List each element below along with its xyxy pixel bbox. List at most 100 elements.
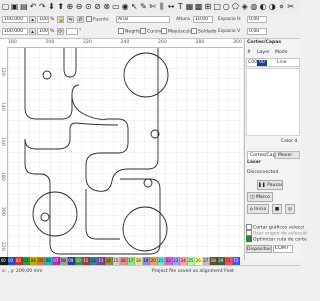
palette-swatch[interactable]: 24 bbox=[180, 257, 188, 265]
frame-icon[interactable]: ▭ bbox=[111, 2, 120, 11]
palette-swatch[interactable]: 19 bbox=[142, 257, 150, 265]
palette-swatch[interactable]: 26 bbox=[195, 257, 203, 265]
palette-swatch[interactable]: 18 bbox=[135, 257, 143, 265]
export-icon[interactable]: ⬆ bbox=[56, 2, 65, 11]
palette-swatch[interactable]: 27 bbox=[202, 257, 210, 265]
bold-checkbox[interactable] bbox=[118, 28, 124, 34]
camera-icon[interactable]: ◉ bbox=[121, 2, 130, 11]
optimize-option[interactable]: Optimizar ruta de corte bbox=[246, 236, 307, 244]
node-edit-icon[interactable]: ⋄ bbox=[277, 2, 286, 11]
palette-swatch[interactable]: 07 bbox=[52, 257, 60, 265]
trace-icon[interactable]: ◈ bbox=[240, 2, 249, 11]
tab-mover[interactable]: Mover bbox=[275, 151, 300, 159]
boolean-icon[interactable]: ◑ bbox=[268, 2, 277, 11]
palette-swatch[interactable]: 00 bbox=[0, 257, 8, 265]
palette-swatch[interactable]: 25 bbox=[187, 257, 195, 265]
palette-swatch[interactable]: 08 bbox=[60, 257, 68, 265]
palette-swatch[interactable]: 14 bbox=[105, 257, 113, 265]
palette-swatch[interactable]: 01 bbox=[7, 257, 15, 265]
zoom-out-icon[interactable]: ⊖ bbox=[75, 2, 84, 11]
y-position-field[interactable]: 100,000 bbox=[2, 28, 28, 35]
zoom-selection-icon[interactable]: ⊗ bbox=[102, 2, 111, 11]
palette-swatch[interactable]: 05 bbox=[37, 257, 45, 265]
port-select[interactable]: COM7 bbox=[273, 245, 293, 253]
start-button[interactable]: ⌂ Inicio bbox=[247, 204, 269, 214]
select-icon[interactable]: ↖ bbox=[130, 2, 139, 11]
tools-icon[interactable]: ✄ bbox=[148, 2, 157, 11]
rect-icon[interactable]: □ bbox=[213, 2, 222, 11]
palette-swatch[interactable]: 10 bbox=[75, 257, 83, 265]
y-stepper[interactable]: ▴ bbox=[29, 28, 36, 35]
design-canvas[interactable] bbox=[0, 39, 243, 257]
font-checkbox[interactable] bbox=[86, 16, 92, 22]
ellipse-icon[interactable]: ○ bbox=[222, 2, 231, 11]
zoom-fit-icon[interactable]: ⊙ bbox=[84, 2, 93, 11]
palette-swatch[interactable]: 15 bbox=[112, 257, 120, 265]
height-percent-field[interactable]: 100 bbox=[37, 28, 49, 35]
x-position-field[interactable]: 100,000 bbox=[2, 16, 28, 23]
palette-swatch[interactable]: 06 bbox=[45, 257, 53, 265]
palette-swatch[interactable]: 20 bbox=[150, 257, 158, 265]
palette-swatch[interactable]: 04 bbox=[30, 257, 38, 265]
mirror-v-icon[interactable]: ⇵ bbox=[77, 16, 84, 23]
palette-swatch[interactable]: 11 bbox=[82, 257, 90, 265]
canvas-workarea[interactable] bbox=[0, 39, 243, 257]
palette-swatch[interactable]: 02 bbox=[15, 257, 23, 265]
palette-swatch[interactable]: 21 bbox=[157, 257, 165, 265]
open-file-icon[interactable]: ▣ bbox=[10, 2, 19, 11]
align-icon[interactable]: ⫼ bbox=[157, 2, 166, 11]
offset-icon[interactable]: ◍ bbox=[249, 2, 258, 11]
palette-swatch[interactable]: 22 bbox=[165, 257, 173, 265]
x-stepper[interactable]: ▴ bbox=[29, 16, 36, 23]
height-field[interactable]: 10,00 bbox=[193, 16, 213, 23]
palette-swatch[interactable]: 16 bbox=[120, 257, 128, 265]
polygon-icon[interactable]: ⬠ bbox=[231, 2, 240, 11]
pause-button[interactable]: ❚❚ Pausar bbox=[257, 180, 283, 190]
palette-swatch[interactable]: 29 bbox=[217, 257, 225, 265]
array-icon[interactable]: ▩ bbox=[194, 2, 203, 11]
palette-swatch[interactable]: T2 bbox=[232, 257, 240, 265]
uppercase-option[interactable]: Mayúsculas bbox=[161, 28, 195, 36]
ruler-icon[interactable]: ↔ bbox=[167, 2, 176, 11]
go-button[interactable]: ◎ bbox=[285, 204, 295, 214]
frame-button[interactable]: ◫ Marco bbox=[247, 192, 273, 202]
spacing-h-field[interactable]: 0,00 bbox=[247, 16, 267, 23]
width-percent-field[interactable]: 100 bbox=[37, 16, 49, 23]
spacing-v-field[interactable]: 0,00 bbox=[247, 28, 267, 35]
uppercase-checkbox[interactable] bbox=[161, 28, 167, 34]
zoom-page-icon[interactable]: ⊘ bbox=[93, 2, 102, 11]
optimize-checkbox[interactable] bbox=[246, 236, 252, 242]
tab-cortes-capas[interactable]: Cortes/Capas bbox=[247, 151, 275, 159]
rotate-field[interactable] bbox=[66, 28, 78, 35]
palette-swatch[interactable]: 28 bbox=[210, 257, 218, 265]
rotate-icon[interactable]: ⟳ bbox=[57, 28, 64, 35]
cut-icon[interactable]: ✂ bbox=[286, 2, 295, 11]
text-icon[interactable]: T bbox=[176, 2, 185, 11]
measure-icon[interactable]: ⊞ bbox=[203, 2, 212, 11]
lock-ratio-icon[interactable]: 🔒 bbox=[57, 16, 64, 23]
palette-swatch[interactable]: 17 bbox=[127, 257, 135, 265]
new-file-icon[interactable]: ▢ bbox=[1, 2, 10, 11]
redo-icon[interactable]: ↷ bbox=[38, 2, 47, 11]
palette-swatch[interactable]: 03 bbox=[22, 257, 30, 265]
save-file-icon[interactable]: ▤ bbox=[19, 2, 28, 11]
undo-icon[interactable]: ↶ bbox=[29, 2, 38, 11]
weld-icon[interactable]: ◐ bbox=[259, 2, 268, 11]
palette-swatch[interactable]: 09 bbox=[67, 257, 75, 265]
palette-swatch[interactable]: 13 bbox=[97, 257, 105, 265]
palette-swatch[interactable]: 12 bbox=[90, 257, 98, 265]
import-icon[interactable]: ⬇ bbox=[47, 2, 56, 11]
grid-icon[interactable]: ▦ bbox=[185, 2, 194, 11]
italic-checkbox[interactable] bbox=[140, 28, 146, 34]
welded-checkbox[interactable] bbox=[191, 28, 197, 34]
stop-button[interactable]: ■ bbox=[272, 204, 282, 214]
layer-color-chip[interactable]: 00 bbox=[257, 60, 267, 66]
devices-button[interactable]: Dispositivos bbox=[246, 245, 272, 253]
layer-mode[interactable]: Line bbox=[277, 60, 287, 66]
welded-option[interactable]: Soldado bbox=[191, 28, 216, 36]
layer-row[interactable]: C00 00 Line bbox=[246, 58, 300, 67]
palette-swatch[interactable]: T1 bbox=[225, 257, 233, 265]
pencil-icon[interactable]: ✎ bbox=[139, 2, 148, 11]
palette-swatch[interactable]: 23 bbox=[172, 257, 180, 265]
zoom-in-icon[interactable]: ⊕ bbox=[65, 2, 74, 11]
